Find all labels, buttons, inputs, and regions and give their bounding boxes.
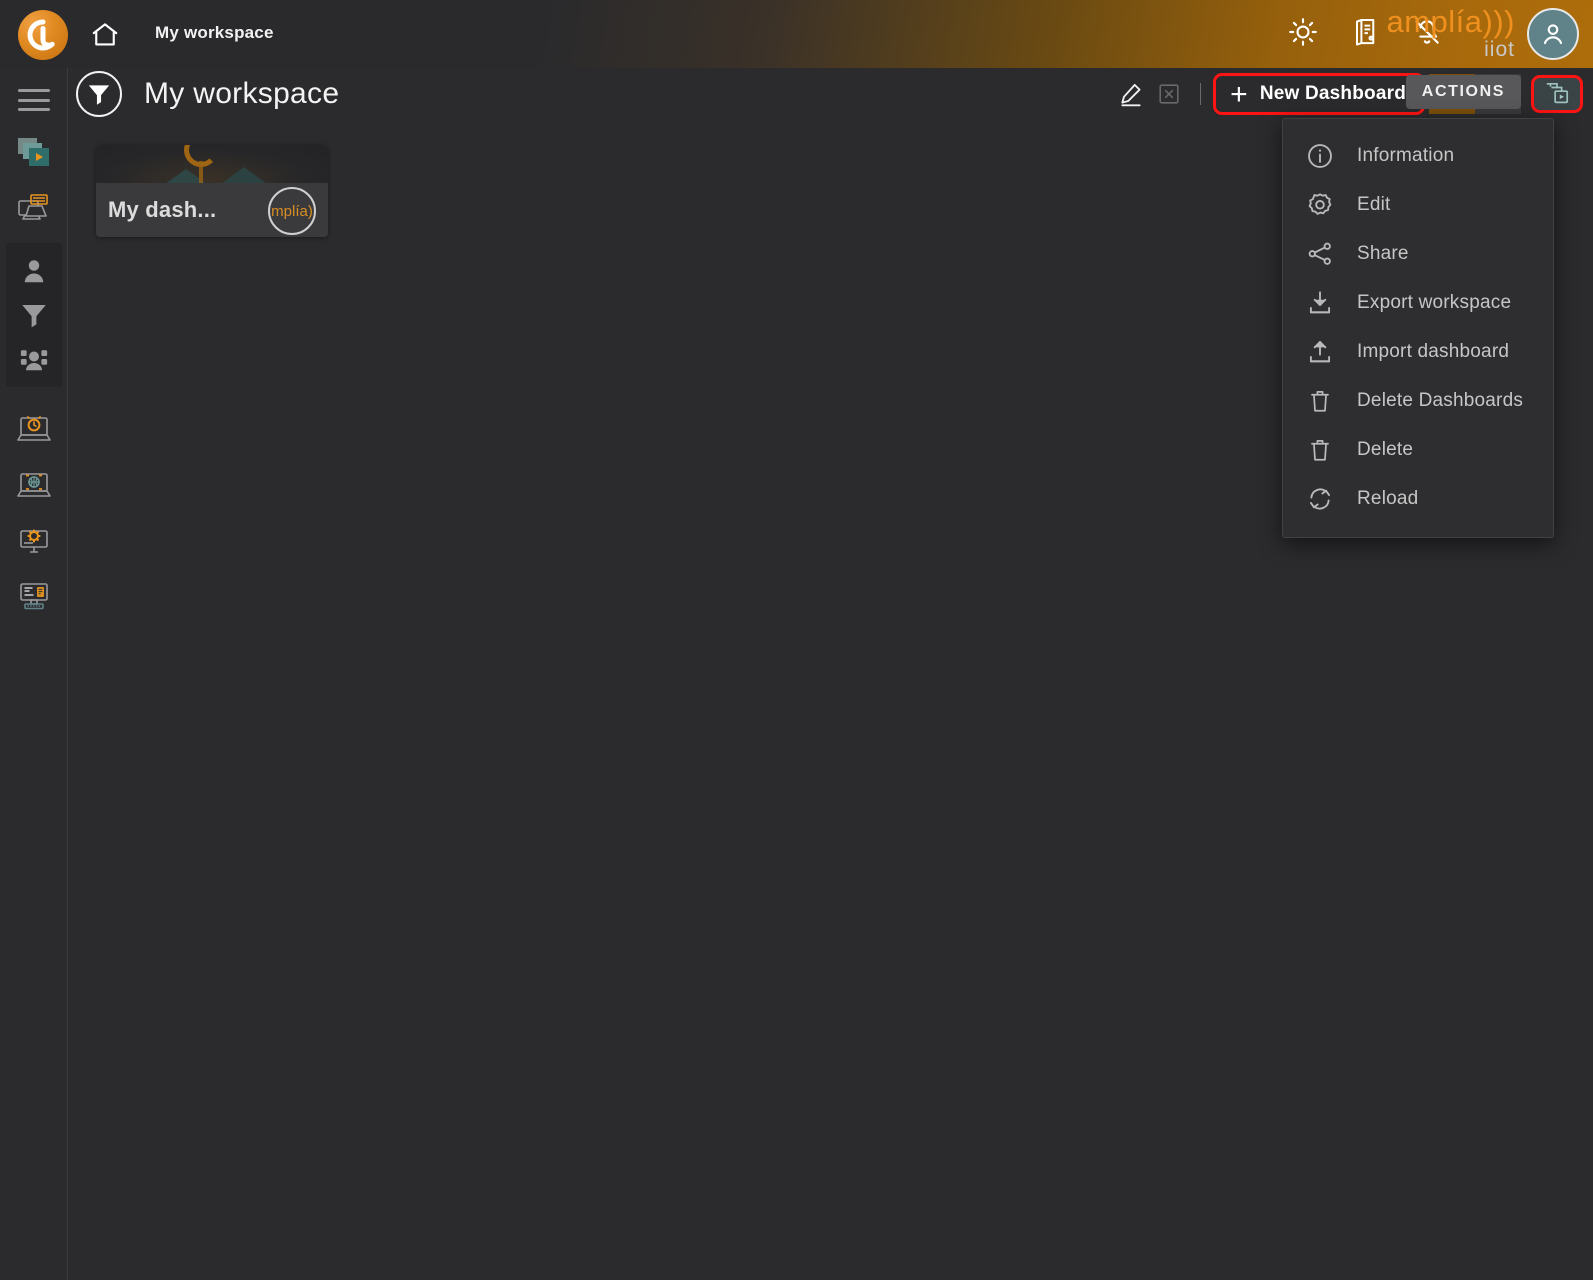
pencil-icon[interactable] xyxy=(1112,75,1150,113)
top-bar: My workspace amplía))) iiot xyxy=(0,0,1593,68)
dashboard-card-badge: mplía) xyxy=(268,187,316,235)
trash-icon xyxy=(1303,433,1337,467)
layers-play-icon xyxy=(1546,82,1569,104)
close-box-icon[interactable] xyxy=(1150,75,1188,113)
hamburger-icon[interactable] xyxy=(17,89,50,111)
actions-dropdown-menu: Information Edit Share Export workspace xyxy=(1282,118,1554,538)
menu-item-information[interactable]: Information xyxy=(1283,131,1553,180)
menu-item-label: Reload xyxy=(1357,487,1419,509)
sidebar-item-terminal[interactable] xyxy=(12,575,56,619)
thumb-shape-right xyxy=(214,167,274,183)
toolbar-divider xyxy=(1200,83,1202,105)
menu-item-share[interactable]: Share xyxy=(1283,229,1553,278)
brightness-icon[interactable] xyxy=(1287,16,1321,50)
avatar[interactable] xyxy=(1527,8,1579,60)
brand-name: amplía))) xyxy=(1386,4,1515,39)
menu-item-delete[interactable]: Delete xyxy=(1283,425,1553,474)
desktop-terminal-icon xyxy=(19,583,48,610)
thumb-shape-left xyxy=(158,169,214,183)
sidebar xyxy=(0,68,68,1280)
refresh-icon xyxy=(1303,482,1337,516)
logbook-icon[interactable] xyxy=(1349,16,1383,50)
new-dashboard-button[interactable]: + New Dashboard xyxy=(1213,73,1425,115)
actions-tooltip: ACTIONS xyxy=(1405,75,1521,109)
dashboard-card[interactable]: My dash... mplía) xyxy=(96,145,328,237)
menu-item-label: Delete Dashboards xyxy=(1357,389,1524,411)
people-group-icon xyxy=(20,350,47,371)
menu-item-label: Import dashboard xyxy=(1357,340,1510,362)
amplia-orb-logo[interactable] xyxy=(18,10,68,60)
page-title: My workspace xyxy=(144,77,340,110)
gear-icon xyxy=(1303,188,1337,222)
share-nodes-icon xyxy=(1303,237,1337,271)
new-dashboard-label: New Dashboard xyxy=(1259,83,1406,104)
page-header: My workspace + New Dashboard ACTIONS xyxy=(68,68,1593,120)
menu-item-delete-dashboards[interactable]: Delete Dashboards xyxy=(1283,376,1553,425)
monitor-folder-icon xyxy=(17,194,48,220)
menu-item-import-dashboard[interactable]: Import dashboard xyxy=(1283,327,1553,376)
upload-icon xyxy=(1303,335,1337,369)
dashboard-thumbnail xyxy=(96,145,328,183)
menu-item-label: Delete xyxy=(1357,438,1414,460)
menu-item-label: Edit xyxy=(1357,193,1391,215)
sidebar-item-reports[interactable] xyxy=(12,187,56,231)
menu-item-label: Information xyxy=(1357,144,1455,166)
sidebar-item-filters[interactable] xyxy=(12,293,56,337)
dashboard-card-title: My dash... xyxy=(108,197,217,222)
layers-view-button[interactable] xyxy=(1531,75,1583,113)
sidebar-item-devices[interactable] xyxy=(12,407,56,451)
menu-item-label: Share xyxy=(1357,242,1409,264)
sidebar-item-users[interactable] xyxy=(12,249,56,293)
home-icon[interactable] xyxy=(90,20,120,50)
sidebar-item-settings[interactable] xyxy=(12,519,56,563)
menu-item-export-workspace[interactable]: Export workspace xyxy=(1283,278,1553,327)
person-icon xyxy=(24,260,43,283)
menu-item-label: Export workspace xyxy=(1357,291,1512,313)
funnel-icon xyxy=(21,305,46,328)
breadcrumb[interactable]: My workspace xyxy=(155,23,274,43)
sidebar-item-dashboards[interactable] xyxy=(12,131,56,175)
brand-logo: amplía))) iiot xyxy=(1386,6,1515,60)
menu-item-reload[interactable]: Reload xyxy=(1283,474,1553,523)
dashboard-card-body: My dash... mplía) xyxy=(96,183,328,237)
menu-item-edit[interactable]: Edit xyxy=(1283,180,1553,229)
layers-play-icon xyxy=(17,138,49,166)
dashboard-badge-text: mplía) xyxy=(271,202,313,220)
monitor-globe-icon xyxy=(16,473,51,497)
sidebar-item-groups[interactable] xyxy=(12,337,56,381)
thumb-stem xyxy=(199,161,203,183)
funnel-circle-icon xyxy=(76,71,122,117)
trash-icon xyxy=(1303,384,1337,418)
brand-subtitle: iiot xyxy=(1484,38,1515,61)
monitor-alarm-icon xyxy=(16,415,51,441)
sidebar-group-identity xyxy=(5,243,62,387)
plus-icon: + xyxy=(1230,77,1248,111)
monitor-gear-icon xyxy=(19,529,48,553)
download-icon xyxy=(1303,286,1337,320)
sidebar-item-network[interactable] xyxy=(12,463,56,507)
info-circle-icon xyxy=(1303,139,1337,173)
